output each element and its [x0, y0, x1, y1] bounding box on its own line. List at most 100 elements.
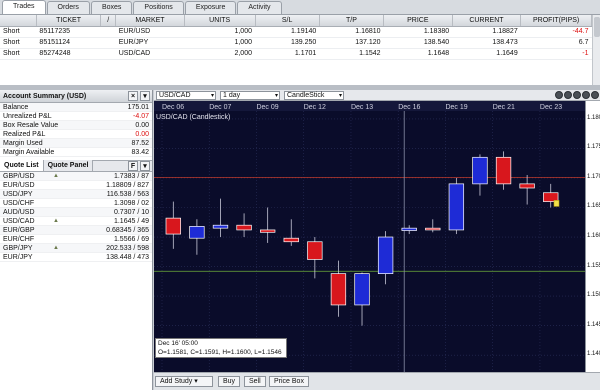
detach-icon[interactable]	[582, 91, 590, 99]
trade-units: 1,000	[184, 26, 255, 38]
trade-tp: 1.1542	[319, 48, 384, 60]
candle-body	[377, 236, 394, 274]
tab-boxes[interactable]: Boxes	[90, 1, 133, 14]
trade-row[interactable]: Short 85274248 USD/CAD 2,000 1.1701 1.15…	[0, 48, 592, 60]
filter-icon[interactable]: F	[128, 161, 138, 171]
interval-select[interactable]: 1 day	[220, 91, 280, 100]
chart-plot[interactable]: Dec 06 Dec 07 Dec 09 Dec 12 Dec 13 Dec 16 Dec …	[154, 101, 585, 372]
close-icon[interactable]: ×	[128, 91, 138, 101]
candle-body	[212, 224, 229, 229]
blank-mark	[53, 226, 65, 234]
candle-body	[519, 183, 535, 189]
blank-mark	[53, 199, 65, 207]
quote-symbol: EUR/USD	[3, 182, 35, 189]
quote-list: GBP/USD ▲ 1.7383 / 87 EUR/USD 1.18809 / 827 U…	[0, 172, 152, 262]
add-study-select[interactable]: Add Study ▾	[155, 376, 213, 387]
col-sort-header[interactable]: /	[100, 15, 117, 27]
col-units-header[interactable]: UNITS	[184, 15, 256, 27]
zoom-in-icon[interactable]	[555, 91, 563, 99]
quote-row[interactable]: USD/CHF 1.3098 / 02	[0, 199, 152, 208]
quote-row[interactable]: EUR/JPY 138.448 / 473	[0, 253, 152, 262]
alert-icon: ▲	[53, 245, 59, 251]
quote-value: 0.7307 / 10	[113, 209, 149, 216]
quote-row[interactable]: USD/CAD ▲ 1.1645 / 49	[0, 217, 152, 226]
candle-body	[425, 227, 441, 231]
candle-body	[401, 227, 417, 231]
col-ticket-header[interactable]: TICKET	[36, 15, 102, 27]
sell-button[interactable]: Sell	[244, 376, 266, 387]
x-tick-label: Dec 09	[256, 104, 278, 111]
quote-symbol: USD/JPY	[3, 191, 33, 198]
trade-sl: 1.1701	[255, 48, 320, 60]
quote-row[interactable]: EUR/USD 1.18809 / 827	[0, 181, 152, 190]
quote-row[interactable]: GBP/USD ▲ 1.7383 / 87	[0, 172, 152, 181]
trade-sl: 1.19140	[255, 26, 320, 38]
quote-row[interactable]: EUR/CHF 1.5566 / 69	[0, 235, 152, 244]
account-summary-title: Account Summary (USD) × ▾	[0, 90, 152, 103]
trade-row[interactable]: Short 85117235 EUR/USD 1,000 1.19140 1.1…	[0, 26, 592, 38]
settings-icon[interactable]	[573, 91, 581, 99]
account-row: Balance 175.01	[0, 103, 152, 112]
x-tick-label: Dec 19	[445, 104, 467, 111]
trade-type: Short	[0, 26, 37, 38]
ohlc-info-box: Dec 16' 05:00 O=1.1581, C=1.1591, H=1.16…	[155, 338, 287, 358]
candle-body	[260, 229, 276, 233]
trade-current: 138.473	[452, 37, 521, 49]
blank-mark	[53, 235, 65, 243]
plot-background	[154, 101, 585, 372]
quote-symbol: USD/CHF	[3, 200, 35, 207]
alert-icon: ▲	[53, 218, 59, 224]
col-current-header[interactable]: CURRENT	[452, 15, 522, 27]
menu-icon[interactable]: ▾	[140, 91, 150, 101]
tab-quote-list[interactable]: Quote List	[0, 160, 44, 171]
quote-row[interactable]: AUD/USD 0.7307 / 10	[0, 208, 152, 217]
buy-button[interactable]: Buy	[218, 376, 241, 387]
trade-row[interactable]: Short 85151124 EUR/JPY 1,000 139.250 137…	[0, 37, 592, 49]
candle-body	[283, 237, 299, 243]
trades-header-row: TICKET / MARKET UNITS S/L T/P PRICE CURR…	[0, 15, 592, 27]
instrument-select[interactable]: USD/CAD	[156, 91, 216, 100]
trade-ticket: 85151124	[36, 37, 101, 49]
trade-ticket: 85274248	[36, 48, 101, 60]
quote-value: 1.1645 / 49	[113, 218, 149, 225]
tab-trades[interactable]: Trades	[2, 0, 46, 14]
zoom-out-icon[interactable]	[564, 91, 572, 99]
y-axis: 1.1800 1.1750 1.1700 1.1650 1.1600 1.1550 1.15…	[585, 101, 600, 372]
col-profit-header[interactable]: PROFIT(PIPS)	[520, 15, 592, 27]
col-price-header[interactable]: PRICE	[383, 15, 453, 27]
tab-activity[interactable]: Activity	[237, 1, 282, 14]
quote-tabs: Quote List Quote Panel F ▾	[0, 160, 152, 172]
quote-value: 116.538 / 563	[106, 191, 149, 198]
tab-exposure[interactable]: Exposure	[184, 1, 237, 14]
candle-body	[189, 226, 205, 239]
tab-orders[interactable]: Orders	[46, 1, 90, 14]
trade-sl: 139.250	[255, 37, 320, 49]
trades-scrollbar[interactable]	[592, 15, 600, 85]
style-select[interactable]: CandleStick	[284, 91, 344, 100]
col-tp-header[interactable]: T/P	[319, 15, 385, 27]
quote-row[interactable]: EUR/GBP 0.68345 / 365	[0, 226, 152, 235]
quote-value: 1.7383 / 87	[113, 173, 149, 180]
quote-row[interactable]: USD/JPY 116.538 / 563	[0, 190, 152, 199]
candle-body	[236, 224, 252, 231]
quote-tools: F ▾	[128, 161, 150, 171]
tab-quote-panel[interactable]: Quote Panel	[43, 160, 94, 171]
quote-value: 0.68345 / 365	[106, 227, 149, 234]
quote-value: 1.5566 / 69	[113, 236, 149, 243]
tab-positions[interactable]: Positions	[133, 1, 184, 14]
menu-icon[interactable]: ▾	[140, 161, 150, 171]
candle-body	[472, 156, 488, 185]
col-sl-header[interactable]: S/L	[255, 15, 320, 27]
y-tick-label: 1.1550	[587, 262, 600, 269]
price-box-button[interactable]: Price Box	[269, 376, 309, 387]
x-tick-label: Dec 07	[209, 104, 231, 111]
col-type-header[interactable]	[0, 15, 37, 27]
scroll-thumb[interactable]	[594, 17, 600, 37]
quote-value: 202.533 / 598	[106, 245, 149, 252]
close-icon[interactable]	[591, 91, 599, 99]
col-market-header[interactable]: MARKET	[115, 15, 185, 27]
quote-row[interactable]: GBP/JPY ▲ 202.533 / 598	[0, 244, 152, 253]
quote-value: 1.18809 / 827	[106, 182, 149, 189]
x-tick-label: Dec 06	[162, 104, 184, 111]
candle-body	[165, 217, 181, 235]
